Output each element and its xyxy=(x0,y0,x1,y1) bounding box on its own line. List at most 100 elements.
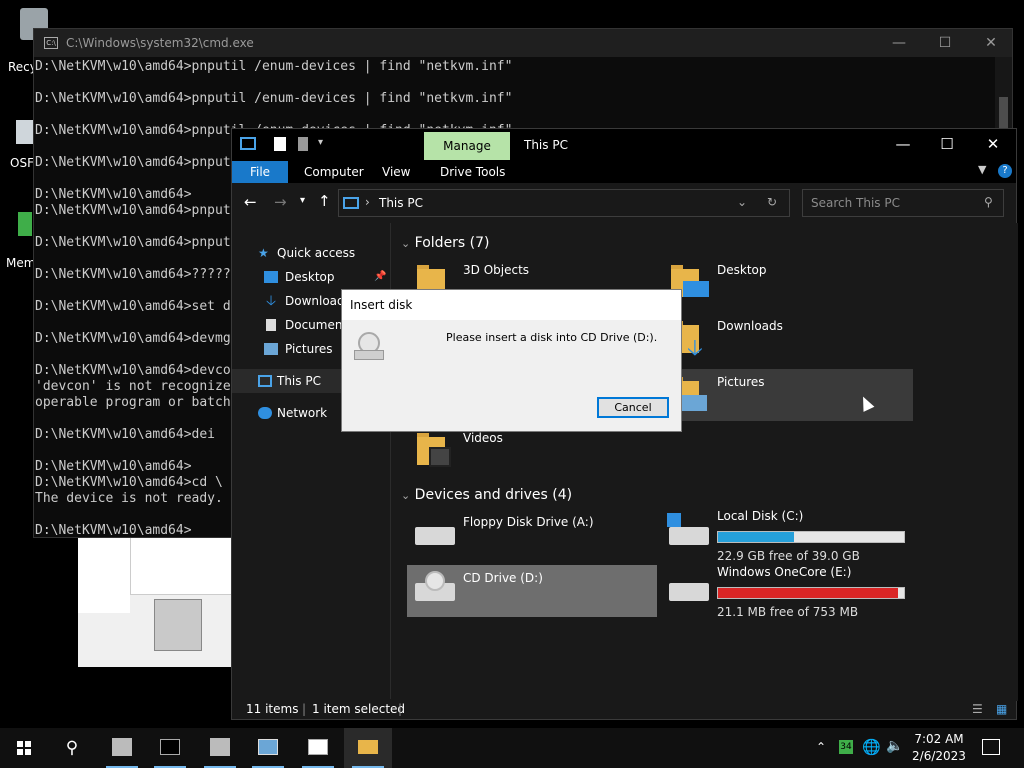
close-button[interactable]: ✕ xyxy=(970,129,1016,159)
notifications-icon[interactable] xyxy=(982,739,1000,755)
tab-file[interactable]: File xyxy=(232,161,288,183)
help-icon[interactable]: ? xyxy=(998,164,1012,178)
drive-floppy[interactable]: Floppy Disk Drive (A:) xyxy=(407,509,657,561)
recent-locations-icon[interactable]: ▾ xyxy=(300,195,305,206)
dialog-message: Please insert a disk into CD Drive (D:). xyxy=(446,331,658,344)
clock-date: 2/6/2023 xyxy=(912,749,966,763)
search-icon: ⚲ xyxy=(984,195,993,209)
this-pc-icon xyxy=(258,375,272,387)
taskbar-app-device-manager[interactable] xyxy=(98,728,146,768)
volume-muted-icon[interactable]: 🔈 xyxy=(886,738,903,754)
cd-drive-icon xyxy=(354,332,384,362)
tray-badge[interactable]: 34 xyxy=(839,740,853,754)
chevron-up-icon[interactable]: ⌃ xyxy=(816,740,826,754)
computer-icon xyxy=(154,599,202,651)
up-arrow-icon[interactable]: ↑ xyxy=(318,192,331,210)
dialog-title: Insert disk xyxy=(342,290,681,320)
divider: | xyxy=(302,702,307,716)
globe-icon[interactable]: 🌐 xyxy=(862,738,881,756)
folder-pictures[interactable]: Pictures xyxy=(661,369,913,421)
breadcrumb[interactable]: This PC xyxy=(379,196,423,210)
refresh-icon[interactable]: ↻ xyxy=(767,195,777,209)
app-icon xyxy=(18,212,32,236)
network-icon xyxy=(258,407,272,419)
explorer-titlebar[interactable]: ▾ Manage This PC — ☐ ✕ xyxy=(232,129,1016,161)
drive-onecore-e[interactable]: Windows OneCore (E:) 21.1 MB free of 753… xyxy=(661,565,911,619)
chevron-down-icon[interactable]: ⌄ xyxy=(737,195,747,209)
maximize-button[interactable]: ☐ xyxy=(924,129,970,159)
folder-videos[interactable]: Videos xyxy=(407,425,657,477)
background-window[interactable] xyxy=(78,537,232,667)
taskbar-app-network[interactable] xyxy=(244,728,292,768)
clock-time: 7:02 AM xyxy=(914,732,964,746)
forward-arrow-icon[interactable]: → xyxy=(274,193,287,211)
back-arrow-icon[interactable]: ← xyxy=(244,193,257,211)
taskbar-app-file-explorer[interactable] xyxy=(344,728,392,768)
folder-desktop[interactable]: Desktop xyxy=(661,257,911,309)
pictures-icon xyxy=(264,343,278,355)
network-connections-icon xyxy=(258,739,278,755)
folder-downloads[interactable]: 🡣 Downloads xyxy=(661,313,911,365)
chevron-down-icon: ⌄ xyxy=(401,489,411,502)
device-manager-icon xyxy=(112,738,132,756)
nav-item-quick-access[interactable]: ★ Quick access xyxy=(232,241,390,265)
folders-section-header[interactable]: ⌄ Folders (7) xyxy=(401,235,490,251)
chevron-down-icon[interactable]: ▼ xyxy=(978,163,986,176)
disc-icon xyxy=(425,571,445,591)
address-bar-row: ← → ▾ ↑ › This PC ⌄ ↻ Search This PC ⚲ xyxy=(232,183,1016,223)
new-folder-icon[interactable] xyxy=(298,137,308,151)
nav-item-desktop[interactable]: Desktop 📌 xyxy=(232,265,390,289)
windows-logo-icon xyxy=(17,741,31,755)
tab-computer[interactable]: Computer xyxy=(290,161,378,183)
usage-bar xyxy=(717,587,905,599)
properties-icon[interactable] xyxy=(274,137,286,151)
chevron-down-icon[interactable]: ▾ xyxy=(318,137,323,148)
usage-bar xyxy=(717,531,905,543)
tab-drive-tools[interactable]: Drive Tools xyxy=(426,161,519,183)
tab-view[interactable]: View xyxy=(368,161,424,183)
console-icon: C:\ xyxy=(44,37,58,49)
local-disk-icon xyxy=(669,527,709,545)
search-button[interactable]: ⚲ xyxy=(48,728,96,768)
start-button[interactable] xyxy=(0,728,48,768)
star-icon: ★ xyxy=(258,246,269,260)
usage-bar-fill xyxy=(718,532,795,542)
taskbar: ⚲ ⌃ 34 🌐 🔈 7:02 AM 2/6/2023 xyxy=(0,728,1024,768)
pin-icon[interactable]: 📌 xyxy=(374,265,386,289)
panel xyxy=(130,537,232,595)
taskbar-app-cmd[interactable] xyxy=(146,728,194,768)
drive-cd[interactable]: CD Drive (D:) xyxy=(407,565,657,617)
chevron-down-icon: ⌄ xyxy=(401,237,411,250)
devices-section-header[interactable]: ⌄ Devices and drives (4) xyxy=(401,487,572,503)
console-icon xyxy=(160,739,180,755)
computer-management-icon xyxy=(210,738,230,756)
insert-disk-dialog[interactable]: Insert disk Please insert a disk into CD… xyxy=(341,289,682,432)
cancel-button[interactable]: Cancel xyxy=(597,397,669,418)
taskbar-app-monitor[interactable] xyxy=(294,728,342,768)
maximize-button[interactable]: ☐ xyxy=(922,29,968,57)
floppy-drive-icon xyxy=(415,527,455,545)
free-space-text: 22.9 GB free of 39.0 GB xyxy=(717,549,860,563)
desktop-icon xyxy=(264,271,278,283)
status-bar: 11 items | 1 item selected | ☰ ▦ xyxy=(232,699,1016,719)
tiles-view-icon[interactable]: ▦ xyxy=(996,699,1007,719)
shortcut-icon xyxy=(16,120,34,144)
address-field[interactable]: › This PC ⌄ ↻ xyxy=(338,189,790,217)
performance-monitor-icon xyxy=(308,739,328,755)
folder-icon xyxy=(358,740,378,754)
tab-manage[interactable]: Manage xyxy=(424,132,510,160)
taskbar-app-computer-mgmt[interactable] xyxy=(196,728,244,768)
minimize-button[interactable]: — xyxy=(880,129,926,159)
cmd-title: C:\Windows\system32\cmd.exe xyxy=(66,36,254,50)
breadcrumb-separator-icon: › xyxy=(365,195,370,209)
clock[interactable]: 7:02 AM 2/6/2023 xyxy=(904,731,974,765)
drive-local-c[interactable]: Local Disk (C:) 22.9 GB free of 39.0 GB xyxy=(661,509,911,563)
cmd-titlebar[interactable]: C:\ C:\Windows\system32\cmd.exe xyxy=(34,29,1012,57)
search-input[interactable]: Search This PC xyxy=(802,189,1004,217)
details-view-icon[interactable]: ☰ xyxy=(972,699,983,719)
divider: | xyxy=(398,702,403,716)
close-button[interactable]: ✕ xyxy=(968,29,1014,57)
minimize-button[interactable]: — xyxy=(876,29,922,57)
